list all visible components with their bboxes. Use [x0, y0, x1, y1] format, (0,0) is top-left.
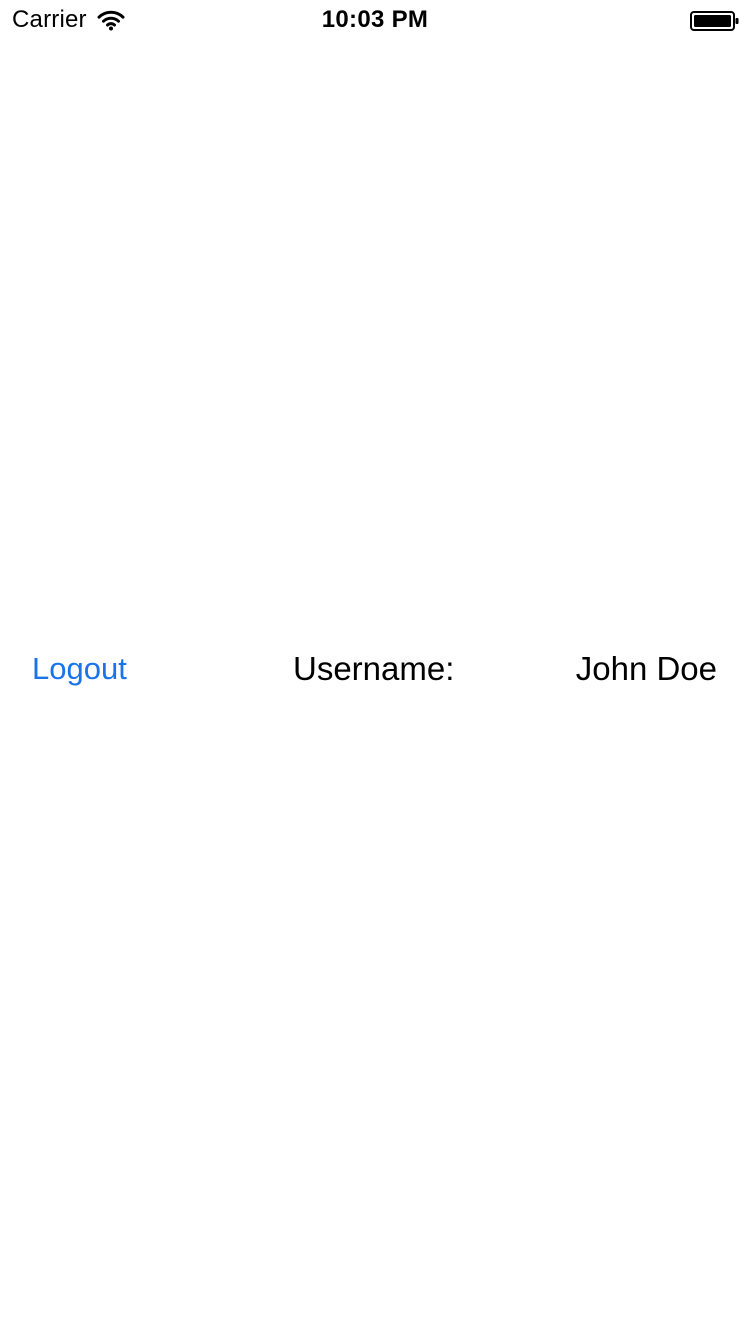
username-label: Username:: [293, 650, 455, 687]
logout-button[interactable]: Logout: [32, 645, 127, 693]
battery-icon: [690, 11, 739, 31]
status-bar: Carrier 10:03 PM: [0, 0, 750, 40]
profile-row: Logout Username: John Doe: [0, 645, 750, 693]
status-time: 10:03 PM: [321, 6, 429, 33]
username-value: John Doe: [575, 650, 717, 687]
